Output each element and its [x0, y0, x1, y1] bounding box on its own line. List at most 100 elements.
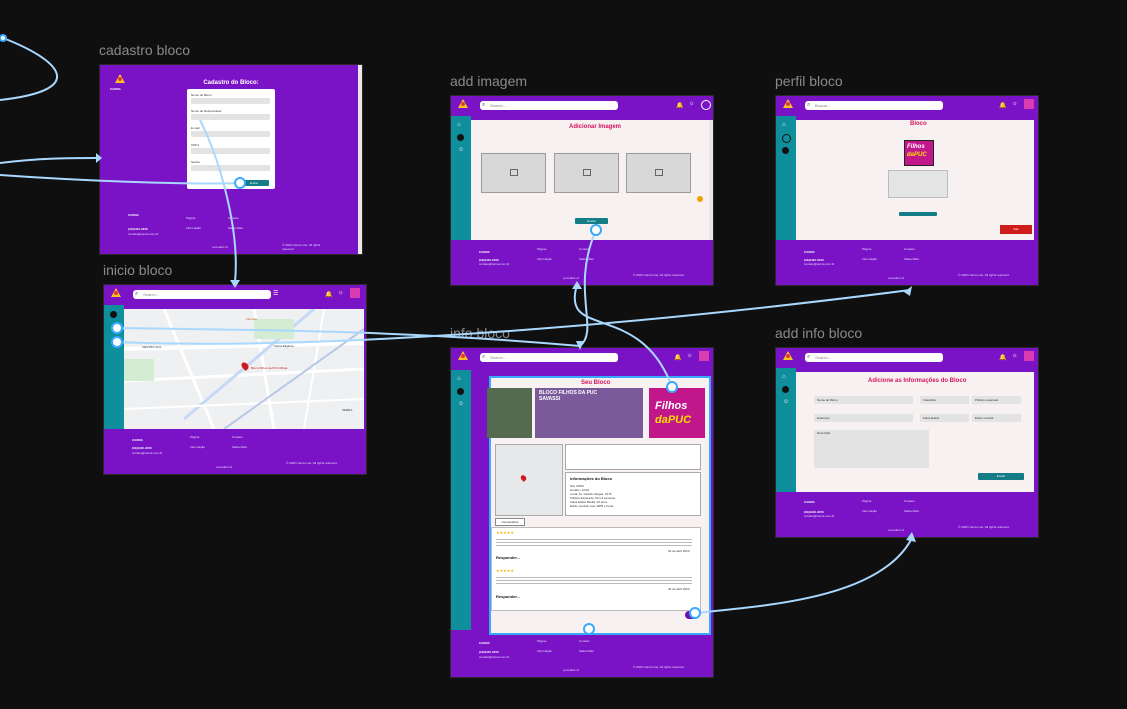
bell-icon[interactable]: 🔔: [674, 354, 681, 361]
avatar[interactable]: [1024, 351, 1034, 361]
home-icon[interactable]: ⌂: [782, 122, 786, 128]
endereco-input[interactable]: Endereço: [814, 414, 913, 422]
map-icon[interactable]: [457, 388, 464, 395]
footer-email: contato@carna.com.br: [128, 232, 159, 236]
connector-2: [0, 157, 97, 164]
responsavel-input[interactable]: [191, 114, 270, 120]
search-input[interactable]: Search...: [480, 101, 618, 110]
sun-icon[interactable]: ☼: [689, 101, 695, 107]
footer-link-pagina[interactable]: Página: [537, 639, 546, 643]
footer-link-contato[interactable]: Contato: [904, 247, 915, 251]
footer-link-pagina[interactable]: Página: [537, 247, 546, 251]
sun-icon[interactable]: ☼: [1012, 353, 1018, 359]
map-icon[interactable]: [457, 134, 464, 141]
frame-info-bloco[interactable]: Search... 🔔 ☼ ⌂ ☺ Seu Bloco BLOCO FILHOS…: [450, 347, 714, 678]
footer-link-informacao[interactable]: Informação: [186, 226, 201, 230]
rating-stars-1: ★★★★★: [496, 530, 514, 535]
nome-bloco-input[interactable]: [191, 98, 270, 104]
cnpj-input[interactable]: [191, 148, 270, 154]
avatar[interactable]: [699, 351, 709, 361]
footer-link-informacao[interactable]: Informação: [862, 257, 877, 261]
faixa-etaria-input[interactable]: Faixa Etária: [920, 414, 969, 422]
user-icon[interactable]: ☺: [783, 399, 789, 405]
chat-toggle-button[interactable]: [685, 611, 697, 619]
classifica-select[interactable]: Classifica: [920, 396, 969, 404]
home-icon[interactable]: ⌂: [457, 376, 461, 382]
footer-link-contato[interactable]: Contato: [904, 499, 915, 503]
bell-icon[interactable]: 🔔: [325, 291, 332, 298]
enviar-button[interactable]: Enviar: [978, 473, 1024, 480]
senha-input[interactable]: [191, 165, 270, 171]
footer-link-contato[interactable]: Contato: [228, 216, 239, 220]
publico-input[interactable]: Público esperado: [972, 396, 1021, 404]
search-input[interactable]: Search...: [480, 353, 618, 362]
avatar[interactable]: [350, 288, 360, 298]
footer-link-pagina[interactable]: Página: [190, 435, 199, 439]
map-view[interactable]: Floresta Santa Efigênia CENTRO-SUL Bloco…: [124, 309, 364, 429]
footer-link-informacao[interactable]: Informação: [862, 509, 877, 513]
user-icon[interactable]: ☺: [458, 147, 464, 153]
footer-link-saiba[interactable]: Saiba Mais: [579, 649, 594, 653]
mini-map[interactable]: [495, 444, 563, 516]
footer-link-saiba[interactable]: Saiba Mais: [232, 445, 247, 449]
footer-link-pagina[interactable]: Página: [862, 499, 871, 503]
email-input[interactable]: [191, 131, 270, 137]
reply-link-2[interactable]: Responder...: [496, 594, 520, 599]
search-input[interactable]: Search...: [133, 290, 271, 299]
sun-icon[interactable]: ☼: [687, 353, 693, 359]
footer-link-pagina[interactable]: Página: [186, 216, 195, 220]
search-input[interactable]: Buscar...: [805, 101, 943, 110]
avatar[interactable]: [1024, 99, 1034, 109]
bell-icon[interactable]: 🔔: [676, 102, 683, 109]
search-input[interactable]: Search...: [805, 353, 943, 362]
add-icon[interactable]: [697, 196, 703, 202]
photo-caption: BLOCO FILHOS DA PUC SAVASSI: [539, 390, 598, 402]
footer-link-informacao[interactable]: Informação: [190, 445, 205, 449]
image-slot-1[interactable]: [481, 153, 546, 193]
footer-link-contato[interactable]: Contato: [579, 639, 590, 643]
descricao-textarea[interactable]: Descrição: [814, 430, 929, 468]
frame-inicio-bloco[interactable]: Search... ☰ 🔔 ☼ Floresta Santa Efigênia …: [103, 284, 367, 475]
enviar-button[interactable]: Enviar: [575, 218, 608, 224]
sun-icon[interactable]: ☼: [338, 290, 344, 296]
sair-button[interactable]: Sair: [1000, 225, 1032, 234]
nome-bloco-input[interactable]: Nome do Bloco: [814, 396, 913, 404]
footer-link-pagina[interactable]: Página: [862, 247, 871, 251]
home-icon[interactable]: ⌂: [782, 374, 786, 380]
footer-brand: CARNA: [479, 641, 490, 645]
footer-link-informacao[interactable]: Informação: [537, 649, 552, 653]
user-icon[interactable]: [782, 147, 789, 154]
list-icon[interactable]: ☰: [273, 290, 278, 297]
image-slot-2[interactable]: [554, 153, 619, 193]
bell-icon[interactable]: 🔔: [999, 102, 1006, 109]
user-icon[interactable]: ☺: [458, 401, 464, 407]
footer-link-saiba[interactable]: Saiba Mais: [904, 257, 919, 261]
footer-link-saiba[interactable]: Saiba Mais: [579, 257, 594, 261]
frame-add-info-bloco[interactable]: Search... 🔔 ☼ ⌂ ☺ Adicione as Informaçõe…: [775, 347, 1039, 538]
footer-link-contato[interactable]: Contato: [232, 435, 243, 439]
footer-brand: CARNA: [804, 500, 815, 504]
footer-link-contato[interactable]: Contato: [579, 247, 590, 251]
footer-link-informacao[interactable]: Informação: [537, 257, 552, 261]
carna-logo-icon: [111, 288, 121, 297]
entrar-button[interactable]: Entrar: [239, 180, 269, 186]
frame-perfil-bloco[interactable]: Buscar... 🔔 ☼ ⌂ Bloco Filhos daPUC Sair …: [775, 95, 1039, 286]
footer-brand: CARNA: [479, 250, 490, 254]
home-icon[interactable]: [110, 311, 117, 318]
image-slot-3[interactable]: [626, 153, 691, 193]
frame-cadastro-bloco[interactable]: CARNA Cadastro do Bloco: Nome do Bloco N…: [99, 64, 363, 255]
footer-link-saiba[interactable]: Saiba Mais: [228, 226, 243, 230]
edit-button[interactable]: [899, 212, 937, 216]
tab-comentarios[interactable]: Comentários: [495, 518, 525, 526]
home-icon[interactable]: ⌂: [457, 122, 461, 128]
sun-icon[interactable]: ☼: [1012, 101, 1018, 107]
footer-copyright: © 2023 Carna Line. All rights reserved: [958, 273, 1009, 277]
profile-icon[interactable]: [701, 100, 711, 110]
footer-link-saiba[interactable]: Saiba Mais: [904, 509, 919, 513]
frame-add-imagem[interactable]: Search... 🔔 ☼ ⌂ ☺ Adicionar Imagem Envia…: [450, 95, 714, 286]
bell-icon[interactable]: 🔔: [999, 354, 1006, 361]
estilo-musical-input[interactable]: Estilo musical: [972, 414, 1021, 422]
reply-link-1[interactable]: Responder...: [496, 555, 520, 560]
map-icon[interactable]: [782, 386, 789, 393]
map-icon[interactable]: [782, 134, 791, 143]
